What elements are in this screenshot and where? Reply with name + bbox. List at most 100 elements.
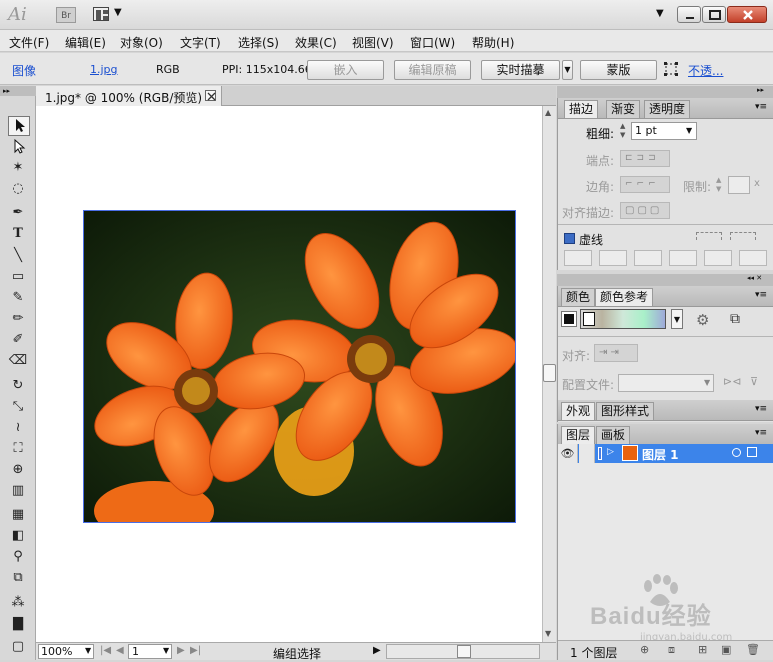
symbol-sprayer-tool-icon[interactable]: ⁂	[8, 594, 28, 612]
scale-tool-icon[interactable]: ⤡	[8, 398, 28, 416]
minimize-button[interactable]	[677, 6, 701, 23]
linked-file-link[interactable]: 1.jpg	[90, 63, 118, 76]
dashed-line-checkbox[interactable]	[564, 233, 575, 244]
workspace-dropdown-icon[interactable]: ▼	[114, 7, 122, 18]
warp-tool-icon[interactable]: ≀	[8, 419, 28, 437]
lock-toggle[interactable]	[579, 444, 595, 463]
maximize-button[interactable]	[702, 6, 726, 23]
magic-wand-tool-icon[interactable]: ✶	[8, 159, 28, 177]
profile-select[interactable]	[618, 374, 714, 392]
live-trace-button[interactable]: 实时描摹	[481, 60, 560, 80]
type-tool-icon[interactable]: T	[8, 225, 28, 243]
locate-object-icon[interactable]: ⊕	[640, 643, 649, 656]
rectangle-tool-icon[interactable]: ▭	[8, 268, 28, 286]
shape-builder-tool-icon[interactable]: ⊕	[8, 461, 28, 479]
embed-button[interactable]: 嵌入	[307, 60, 384, 80]
tab-appearance[interactable]: 外观	[561, 402, 596, 420]
menu-view[interactable]: 视图(V)	[352, 34, 394, 51]
current-tool-status[interactable]: 编组选择	[273, 645, 321, 662]
color-dock-collapse-icon[interactable]: ◂◂ ✕	[747, 274, 762, 282]
tab-layers[interactable]: 图层	[561, 426, 596, 444]
scroll-up-icon[interactable]: ▲	[545, 108, 551, 117]
column-graph-tool-icon[interactable]: ▇	[8, 615, 28, 633]
harmony-rules-dropdown[interactable]: ▼	[671, 309, 683, 329]
dash-preset-1-icon[interactable]	[696, 232, 722, 240]
menu-effect[interactable]: 效果(C)	[295, 34, 337, 51]
bridge-button[interactable]: Br	[56, 7, 76, 23]
close-document-icon[interactable]	[205, 90, 216, 101]
tab-graphic-styles[interactable]: 图形样式	[596, 402, 655, 420]
close-button[interactable]	[727, 6, 767, 23]
toolbox-collapse-icon[interactable]: ▸▸	[0, 86, 36, 96]
next-artboard-icon[interactable]: ▶	[177, 645, 185, 656]
first-artboard-icon[interactable]: |◀	[100, 645, 111, 656]
edit-colors-icon[interactable]: ⚙	[696, 311, 709, 329]
visibility-eye-icon[interactable]: 👁	[558, 444, 578, 463]
dash-gap-fields[interactable]	[564, 250, 772, 268]
artboard-tool-icon[interactable]: ▢	[8, 638, 28, 656]
pencil-tool-icon[interactable]: ✏	[8, 310, 28, 328]
menu-file[interactable]: 文件(F)	[9, 34, 49, 51]
pen-tool-icon[interactable]: ✒	[8, 204, 28, 222]
object-type-label[interactable]: 图像	[12, 62, 36, 79]
vertical-scroll-thumb[interactable]	[543, 364, 556, 382]
tab-color-guide[interactable]: 颜色参考	[595, 288, 654, 306]
edit-original-button[interactable]: 编辑原稿	[394, 60, 471, 80]
expand-layer-icon[interactable]: ▷	[607, 447, 614, 457]
direct-selection-tool-icon[interactable]	[8, 138, 28, 156]
profile-dropdown-icon[interactable]: ▼	[704, 378, 710, 387]
layer-name[interactable]: 图层 1	[642, 446, 679, 463]
workspace-icon[interactable]	[93, 7, 109, 21]
limit-stepper[interactable]: ▲ ▼	[716, 176, 726, 194]
new-layer-icon[interactable]: ▣	[721, 643, 731, 656]
tab-color[interactable]: 颜色	[561, 288, 596, 306]
zoom-dropdown-icon[interactable]: ▼	[85, 646, 91, 655]
align-stroke-buttons[interactable]: ▢▢▢	[620, 202, 670, 219]
layer-target-icon[interactable]	[732, 448, 741, 457]
layer-selection-indicator[interactable]	[747, 447, 757, 457]
eyedropper-tool-icon[interactable]: ⚲	[8, 548, 28, 566]
blend-tool-icon[interactable]: ⧉	[8, 569, 28, 587]
graph-tool-icon[interactable]: ▥	[8, 482, 28, 500]
placed-image[interactable]	[83, 210, 516, 523]
window-menu-dropdown-icon[interactable]: ▼	[656, 8, 664, 19]
flip-horizontal-icon[interactable]: ⊳⊲	[723, 375, 741, 388]
harmony-color-strip[interactable]	[580, 309, 666, 329]
cap-buttons[interactable]: ⊏⊐⊐	[620, 150, 670, 167]
tab-transparency[interactable]: 透明度	[644, 100, 691, 118]
scroll-down-icon[interactable]: ▼	[545, 629, 551, 638]
eraser-tool-icon[interactable]: ⌫	[8, 352, 28, 370]
layer-row[interactable]: 👁 ▷ 图层 1	[558, 444, 773, 463]
tab-gradient[interactable]: 渐变	[606, 100, 641, 118]
corner-buttons[interactable]: ⌐⌐⌐	[620, 176, 670, 193]
menu-window[interactable]: 窗口(W)	[410, 34, 455, 51]
make-clipping-mask-icon[interactable]: ⧈	[668, 643, 675, 657]
artboard-dropdown-icon[interactable]: ▼	[163, 646, 169, 655]
base-color-swatch[interactable]	[561, 311, 577, 327]
tab-stroke[interactable]: 描边	[564, 100, 599, 118]
dash-preset-2-icon[interactable]	[730, 232, 756, 240]
paintbrush-tool-icon[interactable]: ✎	[8, 289, 28, 307]
document-tab-title[interactable]: 1.jpg* @ 100% (RGB/预览)	[45, 89, 202, 106]
rotate-tool-icon[interactable]: ↻	[8, 377, 28, 395]
flip-vertical-icon[interactable]: ⊽	[750, 375, 758, 388]
menu-select[interactable]: 选择(S)	[238, 34, 279, 51]
blob-brush-tool-icon[interactable]: ✐	[8, 331, 28, 349]
horizontal-scrollbar[interactable]	[386, 644, 540, 659]
align-buttons[interactable]: ⇥ ⇥	[594, 344, 638, 362]
horizontal-scroll-thumb[interactable]	[457, 645, 471, 658]
artboard-canvas[interactable]	[36, 106, 542, 642]
weight-stepper[interactable]: ▲ ▼	[620, 122, 630, 140]
transform-icon[interactable]	[664, 62, 678, 76]
menu-edit[interactable]: 编辑(E)	[65, 34, 106, 51]
color-panel-menu-icon[interactable]: ▾≡	[755, 290, 767, 300]
canvas-vertical-scrollbar[interactable]: ▲ ▼	[542, 106, 556, 642]
free-transform-tool-icon[interactable]: ⛶	[8, 440, 28, 458]
menu-object[interactable]: 对象(O)	[120, 34, 163, 51]
lasso-tool-icon[interactable]: ◌	[8, 180, 28, 198]
line-tool-icon[interactable]: ╲	[8, 247, 28, 265]
limit-input[interactable]	[728, 176, 750, 194]
tab-artboards[interactable]: 画板	[596, 426, 631, 444]
prev-artboard-icon[interactable]: ◀	[116, 645, 124, 656]
gradient-tool-icon[interactable]: ◧	[8, 527, 28, 545]
